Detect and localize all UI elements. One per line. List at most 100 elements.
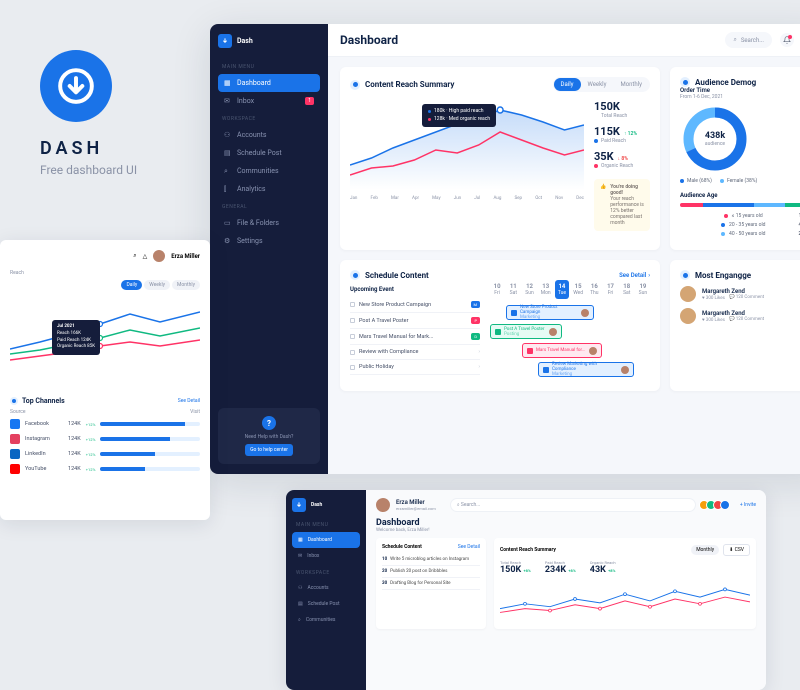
- avatar[interactable]: [153, 250, 165, 262]
- schedule-item[interactable]: Review with Compliance›: [350, 345, 480, 360]
- sidebar-help-card: ? Need Help with Dash? Go to help center: [218, 408, 320, 464]
- schedule-calendar: 10Fri11Sat12Sun13Mon14Tue15Wed16Thu17Fri…: [490, 280, 650, 381]
- gantt-bar[interactable]: Review Marketing with ComplianceMarketin…: [538, 362, 634, 377]
- task-icon: [527, 348, 533, 354]
- help-center-button[interactable]: Go to help center: [245, 444, 293, 456]
- gender-legend: Male (68%)Female (38%): [680, 178, 800, 184]
- dot-icon: [350, 270, 360, 280]
- calendar-day[interactable]: 19Sun: [636, 280, 650, 299]
- mini-sched-item: 30Drafting Blog for Personal Site: [382, 578, 480, 590]
- search-icon[interactable]: ⌕: [133, 252, 136, 260]
- calendar-day[interactable]: 12Sun: [522, 280, 536, 299]
- engaged-person[interactable]: Margareth Zend♥ 300 Likes💬 120 Comment: [680, 286, 800, 302]
- search-icon: ⌕: [733, 36, 736, 44]
- sidebar-item-dashboard[interactable]: ▦Dashboard: [218, 74, 320, 92]
- schedule-item[interactable]: Public Holiday›: [350, 360, 480, 375]
- folder-icon: ▭: [224, 219, 232, 227]
- sidebar-section-general: General: [222, 204, 316, 210]
- avatar[interactable]: [376, 498, 390, 512]
- audience-demo-card: Audience Demog Order Time From 1-6 Dec, …: [670, 67, 800, 250]
- calendar-day[interactable]: 13Mon: [539, 280, 553, 299]
- chevron-right-icon: ›: [648, 272, 650, 279]
- stat-block: Paid Reach234K +8%: [545, 560, 576, 575]
- sidebar-item-communities[interactable]: ⌕Communities: [218, 162, 320, 180]
- bell-icon[interactable]: △: [143, 253, 148, 260]
- sidebar-section-main: MAIN MENU: [222, 64, 316, 70]
- brand-name: DASH: [40, 138, 137, 159]
- gantt-bar[interactable]: New Store Product CampaignMarketing: [506, 305, 594, 320]
- tab-monthly[interactable]: Monthly: [691, 545, 719, 555]
- avatar: [581, 309, 589, 317]
- calendar-day[interactable]: 16Thu: [587, 280, 601, 299]
- sidebar-item-accounts[interactable]: ⚇Accounts: [292, 580, 360, 596]
- top-channels-card: Top ChannelsSee Detail SourceVisit Faceb…: [10, 397, 200, 474]
- chart-x-axis: JanFebMarAprMayJunJulAugSepOctNovDec: [350, 196, 584, 201]
- calendar-day[interactable]: 17Fri: [603, 280, 617, 299]
- calendar-day[interactable]: 10Fri: [490, 280, 504, 299]
- see-detail-link[interactable]: See Detail: [458, 544, 480, 550]
- notifications-button[interactable]: [780, 33, 794, 47]
- dot-icon: [680, 270, 690, 280]
- tab-monthly[interactable]: Monthly: [172, 280, 200, 290]
- schedule-title: Schedule Content: [350, 270, 429, 280]
- task-icon: [511, 310, 517, 316]
- calendar-day[interactable]: 18Sat: [620, 280, 634, 299]
- calendar-day[interactable]: 15Wed: [571, 280, 585, 299]
- invite-button[interactable]: + Invite: [740, 502, 756, 508]
- reach-label: Reach: [10, 270, 200, 276]
- stat-block: Total Reach150K +8%: [500, 560, 531, 575]
- sidebar-item-schedule[interactable]: ▤Schedule Post: [292, 596, 360, 612]
- channel-row: YouTube124K+12%: [10, 464, 200, 474]
- sidebar-item-inbox[interactable]: ✉Inbox1: [218, 92, 320, 110]
- avatar: [589, 347, 597, 355]
- sidebar-item-accounts[interactable]: ⚇Accounts: [218, 126, 320, 144]
- sidebar-item-dashboard[interactable]: ▦Dashboard: [292, 532, 360, 548]
- tab-daily[interactable]: Daily: [554, 78, 581, 91]
- calendar-icon: ▤: [224, 149, 232, 157]
- tab-weekly[interactable]: Weekly: [581, 78, 614, 91]
- engaged-person[interactable]: Margareth Zend♥ 300 Likes💬 120 Comment: [680, 308, 800, 324]
- avatar: [621, 366, 629, 374]
- main-content: Dashboard ⌕Search... Content Reach Summa…: [328, 24, 800, 474]
- preview-sidebar: Dash MAIN MENU ▦Dashboard ✉Inbox Workspa…: [286, 490, 366, 690]
- gantt-bar[interactable]: Post A Travel PosterPosting: [490, 324, 562, 339]
- avatar: [549, 328, 557, 336]
- calendar-day[interactable]: 11Sat: [506, 280, 520, 299]
- sidebar-item-settings[interactable]: ⚙Settings: [218, 232, 320, 250]
- schedule-content-card: Schedule Content See Detail› Upcoming Ev…: [340, 260, 660, 391]
- chart-icon: ⫿: [224, 185, 232, 193]
- calendar-day[interactable]: 14Tue: [555, 280, 569, 299]
- search-input[interactable]: ⌕ Search...: [450, 498, 696, 512]
- schedule-item[interactable]: Post A Travel PosterP: [350, 313, 480, 329]
- export-csv-button[interactable]: ⬇ CSV: [723, 544, 750, 556]
- sidebar-item-communities[interactable]: ⌕Communities: [292, 612, 360, 628]
- schedule-item[interactable]: New Store Product CampaignM: [350, 297, 480, 313]
- channel-row: Facebook124K+12%: [10, 419, 200, 429]
- channel-row: LinkedIn124K+12%: [10, 449, 200, 459]
- task-icon: [495, 329, 501, 335]
- sidebar-logo[interactable]: Dash: [218, 34, 320, 48]
- dot-icon: [680, 77, 690, 87]
- gantt-bar[interactable]: Mars Travel Manual for...: [522, 343, 602, 358]
- schedule-item[interactable]: Mars Travel Manual for Mark...D: [350, 329, 480, 345]
- preview-chart: Jul 2021 Reach 166K Paid Reach 124K Orga…: [10, 294, 200, 389]
- tab-weekly[interactable]: Weekly: [144, 280, 170, 290]
- logo-icon: [218, 34, 232, 48]
- search-input[interactable]: ⌕Search...: [725, 32, 772, 48]
- sidebar-item-files[interactable]: ▭File & Folders: [218, 214, 320, 232]
- schedule-mini-card: Schedule ContentSee Detail 10Write 5 mic…: [376, 538, 486, 629]
- tab-monthly[interactable]: Monthly: [613, 78, 649, 91]
- inbox-icon: ✉: [224, 97, 232, 105]
- see-detail-link[interactable]: See Detail›: [619, 272, 650, 279]
- tab-daily[interactable]: Daily: [121, 280, 142, 290]
- sidebar-item-schedule[interactable]: ▤Schedule Post: [218, 144, 320, 162]
- donut-chart: 438kaudience: [680, 104, 750, 174]
- main-dashboard-window: Dash MAIN MENU ▦Dashboard ✉Inbox1 Worksp…: [210, 24, 800, 474]
- stat-block: Organic Reach43K +8%: [590, 560, 616, 575]
- mini-sched-item: 10Write 5 microblog articles on Instagra…: [382, 554, 480, 566]
- sidebar-item-analytics[interactable]: ⫿Analytics: [218, 180, 320, 198]
- preview-bottom-panel: Dash MAIN MENU ▦Dashboard ✉Inbox Workspa…: [286, 490, 766, 690]
- sidebar: Dash MAIN MENU ▦Dashboard ✉Inbox1 Worksp…: [210, 24, 328, 474]
- sidebar-item-inbox[interactable]: ✉Inbox: [292, 548, 360, 564]
- see-detail-link[interactable]: See Detail: [178, 398, 200, 404]
